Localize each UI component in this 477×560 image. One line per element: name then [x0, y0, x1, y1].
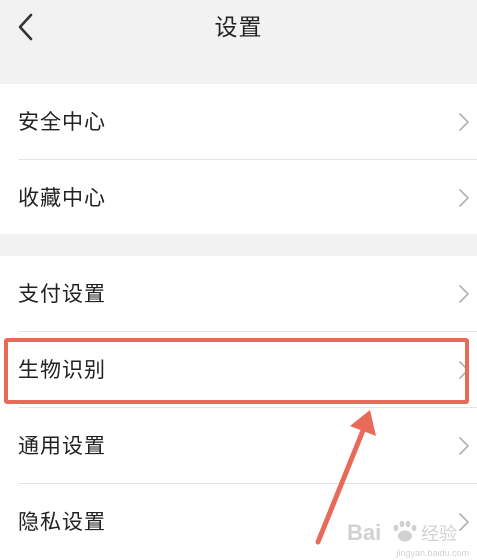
- settings-item-label: 收藏中心: [18, 186, 106, 210]
- settings-item-label: 通用设置: [18, 434, 106, 458]
- settings-item-privacy-settings[interactable]: 隐私设置: [0, 484, 477, 560]
- chevron-right-icon: [459, 361, 469, 379]
- settings-item-label: 生物识别: [18, 358, 106, 382]
- chevron-right-icon: [459, 437, 469, 455]
- settings-item-biometrics[interactable]: 生物识别: [0, 332, 477, 408]
- chevron-right-icon: [459, 513, 469, 531]
- settings-item-label: 支付设置: [18, 282, 106, 306]
- settings-item-general-settings[interactable]: 通用设置: [0, 408, 477, 484]
- header-bar: 设置: [0, 0, 477, 84]
- chevron-right-icon: [459, 189, 469, 207]
- settings-item-security-center[interactable]: 安全中心: [0, 84, 477, 160]
- settings-group-2: 支付设置 生物识别 通用设置 隐私设置: [0, 256, 477, 560]
- settings-group-1: 安全中心 收藏中心: [0, 84, 477, 234]
- settings-item-label: 隐私设置: [18, 510, 106, 534]
- chevron-right-icon: [459, 113, 469, 131]
- settings-item-payment-settings[interactable]: 支付设置: [0, 256, 477, 332]
- settings-item-label: 安全中心: [18, 110, 106, 134]
- chevron-right-icon: [459, 285, 469, 303]
- settings-item-favorites-center[interactable]: 收藏中心: [0, 160, 477, 236]
- page-title: 设置: [214, 15, 263, 41]
